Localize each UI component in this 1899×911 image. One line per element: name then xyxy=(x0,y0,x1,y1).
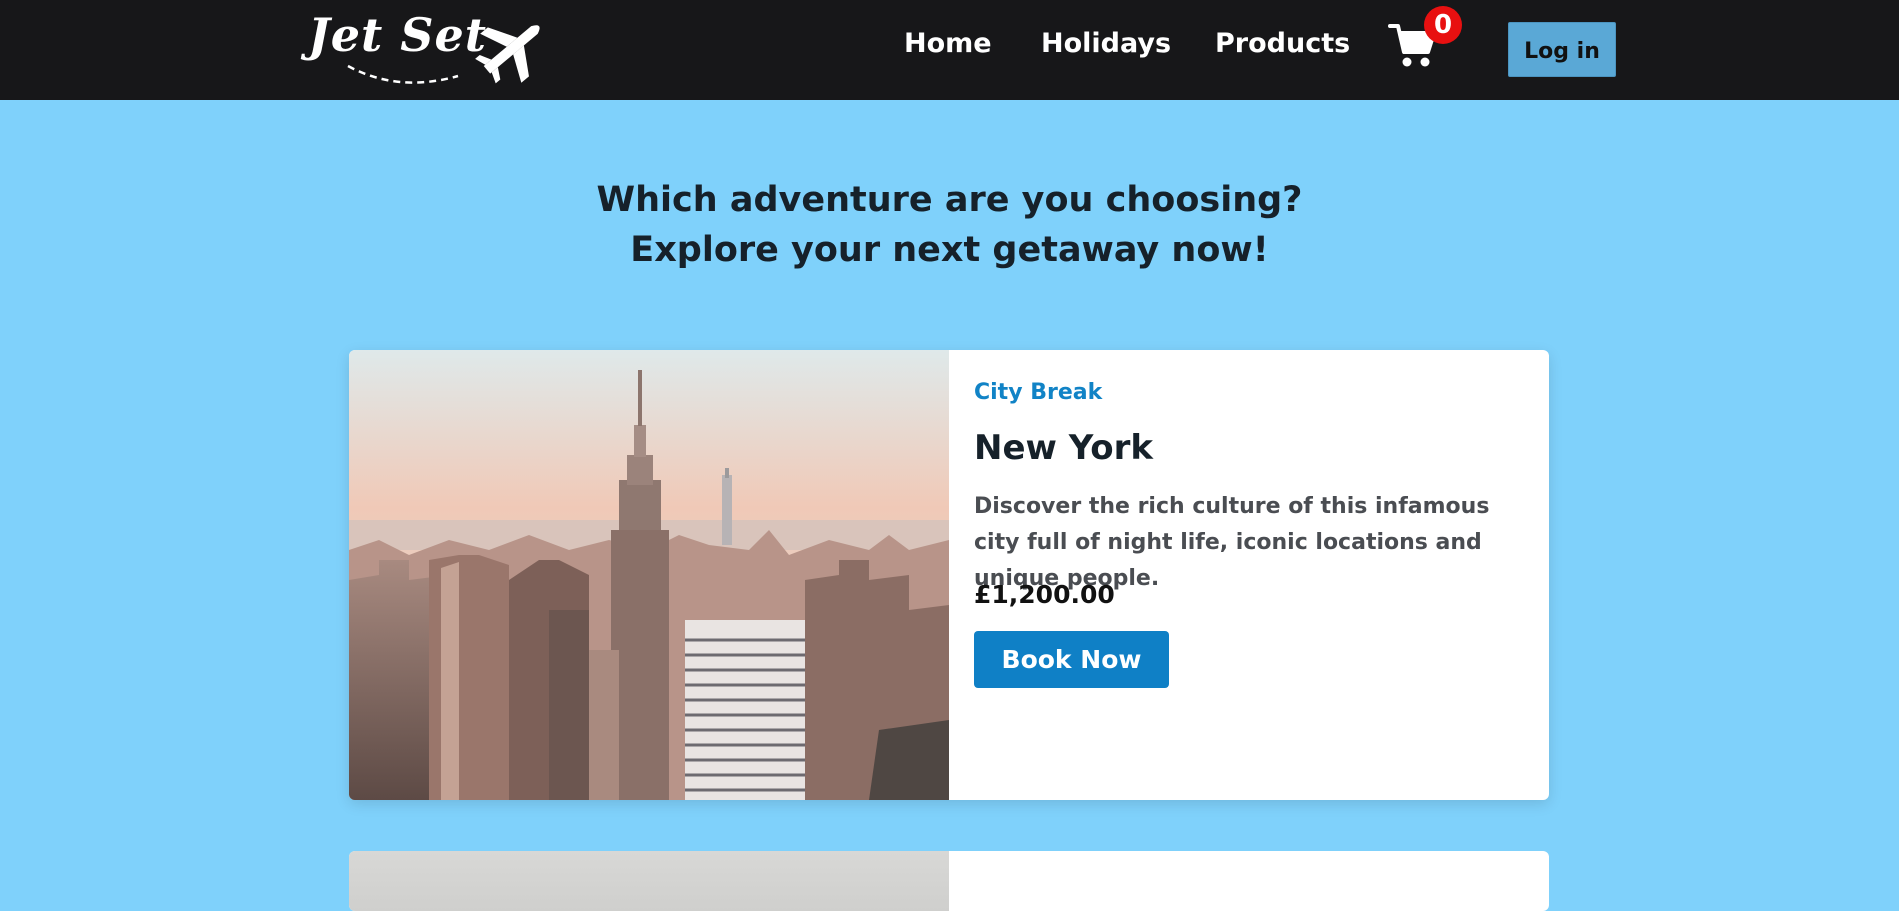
card-category: City Break xyxy=(974,380,1103,405)
holiday-card-2-image xyxy=(349,851,949,911)
hero-line-1: Which adventure are you choosing? xyxy=(596,180,1303,220)
nav-holidays[interactable]: Holidays xyxy=(1041,28,1171,59)
cart-count-badge: 0 xyxy=(1424,6,1462,44)
holiday-card: City Break New York Discover the rich cu… xyxy=(349,350,1549,800)
login-button[interactable]: Log in xyxy=(1508,22,1616,77)
nav-home[interactable]: Home xyxy=(904,28,992,59)
nav-products[interactable]: Products xyxy=(1215,28,1350,59)
hero-heading: Which adventure are you choosing? Explor… xyxy=(0,175,1899,275)
card-title: New York xyxy=(974,428,1153,468)
top-navbar: Jet Set Home Holidays Products 0 Log in xyxy=(0,0,1899,100)
hero-line-2: Explore your next getaway now! xyxy=(630,230,1269,270)
card-price: £1,200.00 xyxy=(974,580,1115,609)
new-york-skyline-image xyxy=(349,350,949,800)
jet-set-logo[interactable]: Jet Set xyxy=(308,8,553,92)
holiday-card-2 xyxy=(349,851,1549,911)
airplane-icon xyxy=(347,25,540,84)
book-now-button[interactable]: Book Now xyxy=(974,631,1169,688)
